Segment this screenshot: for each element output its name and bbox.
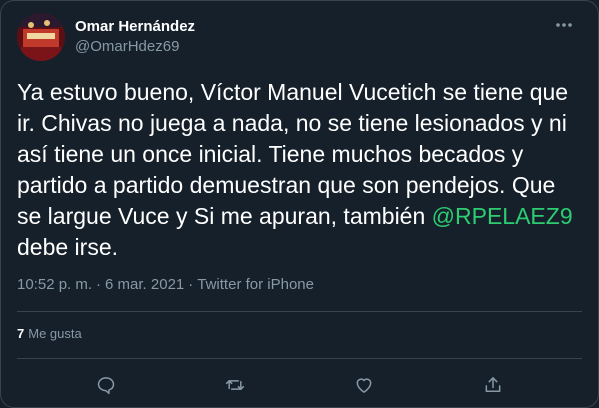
tweet-card: Omar Hernández @OmarHdez69 Ya estuvo bue… xyxy=(0,0,599,408)
mention-link[interactable]: @RPELAEZ9 xyxy=(432,203,573,229)
tweet-date[interactable]: 6 mar. 2021 xyxy=(105,276,184,293)
more-icon xyxy=(556,23,572,27)
avatar[interactable] xyxy=(17,13,65,61)
more-options-button[interactable] xyxy=(552,13,576,37)
reply-icon xyxy=(97,377,114,395)
tweet-actions xyxy=(1,371,598,399)
avatar-image xyxy=(17,13,65,61)
tweet-time[interactable]: 10:52 p. m. xyxy=(17,276,92,293)
share-button[interactable] xyxy=(479,371,507,399)
author-names: Omar Hernández @OmarHdez69 xyxy=(75,17,195,57)
likes-count: 7 xyxy=(17,326,25,341)
tweet-text-part: debe irse. xyxy=(17,234,119,260)
meta-separator: · xyxy=(188,276,194,293)
tweet-source[interactable]: Twitter for iPhone xyxy=(197,276,314,293)
tweet-meta: 10:52 p. m. · 6 mar. 2021 · Twitter for … xyxy=(17,276,314,293)
retweet-icon xyxy=(225,380,244,390)
divider xyxy=(17,358,582,359)
likes-label: Me gusta xyxy=(28,326,82,341)
display-name[interactable]: Omar Hernández xyxy=(75,17,195,37)
tweet-stats[interactable]: 7 Me gusta xyxy=(17,326,82,341)
tweet-header: Omar Hernández @OmarHdez69 xyxy=(17,13,195,61)
divider xyxy=(17,311,582,312)
reply-button[interactable] xyxy=(92,371,120,399)
share-icon xyxy=(485,377,501,392)
tweet-text: Ya estuvo bueno, Víctor Manuel Vucetich … xyxy=(17,77,583,263)
meta-separator: · xyxy=(96,276,102,293)
retweet-button[interactable] xyxy=(221,371,249,399)
user-handle[interactable]: @OmarHdez69 xyxy=(75,37,195,57)
like-button[interactable] xyxy=(350,371,378,399)
like-icon xyxy=(356,378,372,393)
